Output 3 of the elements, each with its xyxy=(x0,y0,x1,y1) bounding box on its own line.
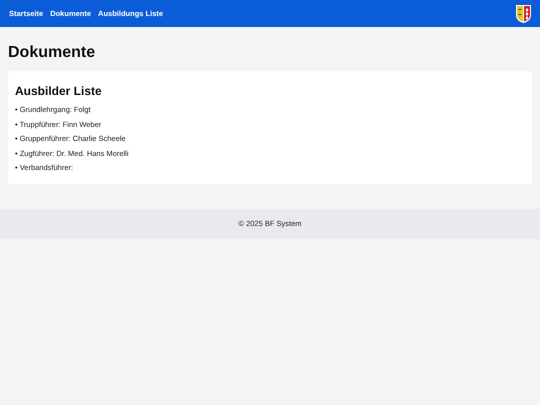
page-title: Dokumente xyxy=(8,43,96,63)
coat-of-arms-logo xyxy=(516,4,531,22)
card-title: Ausbilder Liste xyxy=(15,83,103,99)
